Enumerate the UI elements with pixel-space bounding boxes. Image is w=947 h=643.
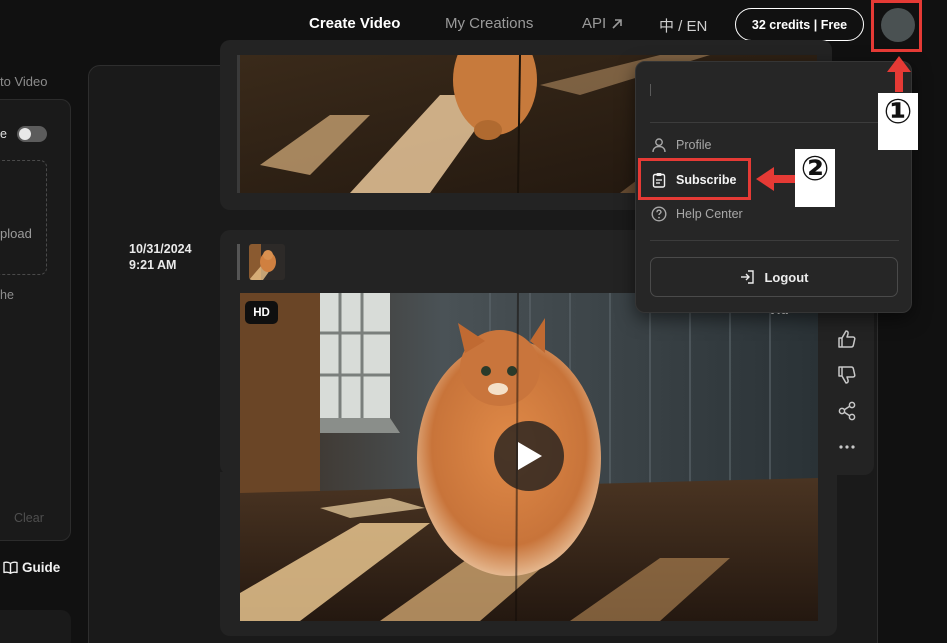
annotation-step-1: ① xyxy=(878,93,918,150)
menu-item-help-center-label: Help Center xyxy=(676,207,743,221)
nav-api-label: API xyxy=(582,15,607,32)
upload-label: pload xyxy=(0,226,32,241)
menu-item-subscribe-label: Subscribe xyxy=(676,173,737,187)
play-icon xyxy=(518,442,542,470)
avatar-icon[interactable] xyxy=(881,8,915,42)
thumbs-down-icon[interactable] xyxy=(835,363,859,387)
user-icon xyxy=(652,138,666,153)
thumbs-up-icon[interactable] xyxy=(835,327,859,351)
language-switch[interactable]: 中 / EN xyxy=(659,15,707,36)
upload-dropzone[interactable] xyxy=(0,160,47,275)
creation-time: 9:21 AM xyxy=(129,258,177,272)
toggle-label: e xyxy=(0,127,7,141)
hd-badge: HD xyxy=(245,301,278,324)
cat-thumbnail-image xyxy=(249,244,285,280)
creation-timestamp: 10/31/2024 9:21 AM xyxy=(129,241,192,273)
menu-item-help-center[interactable]: Help Center xyxy=(651,206,743,222)
help-circle-icon xyxy=(651,206,667,222)
dropdown-divider xyxy=(650,122,899,123)
thumbnail-divider xyxy=(237,244,240,280)
credits-button[interactable]: 32 credits | Free xyxy=(735,8,864,41)
logout-icon xyxy=(741,270,755,284)
left-lower-card xyxy=(0,610,71,643)
account-email-placeholder xyxy=(650,84,651,96)
nav-create-video[interactable]: Create Video xyxy=(309,15,400,32)
play-button[interactable] xyxy=(494,421,564,491)
guide-label: Guide xyxy=(22,560,61,575)
clipboard-icon xyxy=(652,173,666,188)
logout-label: Logout xyxy=(764,269,809,285)
menu-item-profile-label: Profile xyxy=(676,138,712,152)
nav-my-creations[interactable]: My Creations xyxy=(445,15,533,32)
dropdown-divider xyxy=(650,240,899,241)
menu-item-profile[interactable]: Profile xyxy=(651,137,711,153)
logout-button[interactable]: Logout xyxy=(650,257,898,297)
source-image-thumbnail[interactable] xyxy=(249,244,285,280)
nav-api[interactable]: API xyxy=(582,15,623,32)
clear-button[interactable]: Clear xyxy=(14,511,44,525)
menu-item-subscribe[interactable]: Subscribe xyxy=(651,172,736,188)
share-icon[interactable] xyxy=(835,399,859,423)
guide-button[interactable]: Guide xyxy=(3,560,60,575)
annotation-step-2: ② xyxy=(795,149,835,207)
creation-date: 10/31/2024 xyxy=(129,242,192,256)
more-icon[interactable] xyxy=(835,435,859,459)
settings-toggle[interactable] xyxy=(17,126,47,142)
prompt-hint-text: he xyxy=(0,288,14,302)
external-arrow-icon xyxy=(612,18,622,29)
left-panel-title: to Video xyxy=(0,74,48,89)
book-icon xyxy=(3,561,18,574)
